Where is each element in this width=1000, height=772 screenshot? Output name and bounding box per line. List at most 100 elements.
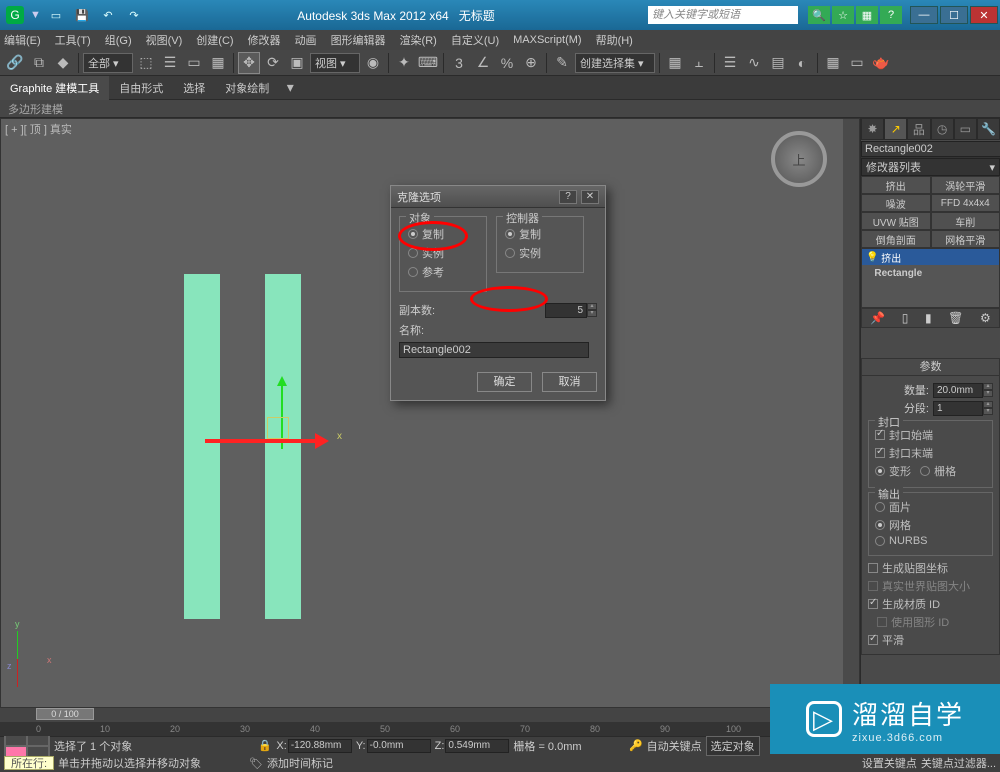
tab-hierarchy-icon[interactable]: 品 [907,118,930,140]
ribbon-tab-freeform[interactable]: 自由形式 [109,76,173,100]
menu-rendering[interactable]: 渲染(R) [400,32,437,48]
clone-instance-radio[interactable] [408,248,418,258]
select-name-icon[interactable]: ☰ [159,52,181,74]
grid-radio[interactable] [920,466,930,476]
menu-create[interactable]: 创建(C) [196,32,233,48]
show-end-icon[interactable]: ▯ [902,311,909,325]
modbtn-turbosmooth[interactable]: 涡轮平滑 [931,176,1000,194]
tab-motion-icon[interactable]: ◷ [931,118,954,140]
scale-icon[interactable]: ▣ [286,52,308,74]
modbtn-noise[interactable]: 噪波 [861,194,931,212]
ribbon-tab-graphite[interactable]: Graphite 建模工具 [0,76,109,100]
autokey-button[interactable]: 自动关键点 [647,738,702,754]
gizmo-xy-plane[interactable] [267,417,289,439]
viewport-label[interactable]: [ + ][ 顶 ] 真实 [5,121,72,137]
tab-modify-icon[interactable]: ↗ [884,118,907,140]
smooth-checkbox[interactable] [868,635,878,645]
menu-edit[interactable]: 编辑(E) [4,32,41,48]
maximize-button[interactable]: ☐ [940,6,968,24]
snap-icon[interactable]: 3 [448,52,470,74]
bind-icon[interactable]: ◆ [52,52,74,74]
select-region-icon[interactable]: ▭ [183,52,205,74]
move-icon[interactable]: ✥ [238,52,260,74]
ctrl-copy-radio[interactable] [505,229,515,239]
dialog-help-icon[interactable]: ? [559,190,577,204]
keymode-icon[interactable]: 🔑 [629,739,643,752]
viewcube[interactable]: 上 [771,131,827,187]
menu-animation[interactable]: 动画 [295,32,317,48]
rollout-parameters[interactable]: 参数 [861,358,1000,376]
tab-create-icon[interactable]: ✸ [861,118,884,140]
menu-views[interactable]: 视图(V) [146,32,183,48]
morph-radio[interactable] [875,466,885,476]
shape-rectangle-1[interactable] [184,274,220,619]
coord-x-input[interactable] [288,739,352,753]
render-icon[interactable]: 🫖 [870,52,892,74]
dialog-close-icon[interactable]: ✕ [581,190,599,204]
gen-map-checkbox[interactable] [868,563,878,573]
help-icon[interactable]: ? [880,6,902,24]
open-icon[interactable]: ▭ [46,6,66,24]
modifier-stack[interactable]: 💡 挤出 Rectangle [861,248,1000,308]
copies-spinner[interactable]: 5 [545,303,587,318]
rotate-icon[interactable]: ⟳ [262,52,284,74]
angle-snap-icon[interactable]: ∠ [472,52,494,74]
out-patch-radio[interactable] [875,502,885,512]
modifier-list-dropdown[interactable]: 修改器列表▾ [861,158,1000,176]
ctrl-instance-radio[interactable] [505,248,515,258]
manipulate-icon[interactable]: ✦ [393,52,415,74]
keyfilters-button[interactable]: 关键点过滤器... [921,755,996,771]
time-slider-handle[interactable]: 0 / 100 [36,708,94,720]
modbtn-meshsmooth[interactable]: 网格平滑 [931,230,1000,248]
out-mesh-radio[interactable] [875,520,885,530]
dialog-titlebar[interactable]: 克隆选项 ? ✕ [391,186,605,208]
setkey-button[interactable]: 设置关键点 [862,755,917,771]
menu-tools[interactable]: 工具(T) [55,32,91,48]
help-search-input[interactable]: 键入关键字或短语 [648,6,798,24]
selection-filter-dropdown[interactable]: 全部 ▾ [83,53,133,73]
menu-modifiers[interactable]: 修改器 [248,32,281,48]
pivot-icon[interactable]: ◉ [362,52,384,74]
minimize-button[interactable]: — [910,6,938,24]
exchange-icon[interactable]: ▦ [856,6,878,24]
make-unique-icon[interactable]: ▮ [925,311,932,325]
tab-utilities-icon[interactable]: 🔧 [977,118,1000,140]
viewport-scrollbar[interactable] [843,119,859,707]
edit-selset-icon[interactable]: ✎ [551,52,573,74]
close-button[interactable]: ✕ [970,6,998,24]
subscription-icon[interactable]: ☆ [832,6,854,24]
clone-name-input[interactable] [399,342,589,358]
unlink-icon[interactable]: ⧉ [28,52,50,74]
ribbon-polymodel-label[interactable]: 多边形建模 [8,101,63,117]
cap-start-checkbox[interactable] [875,430,885,440]
menu-help[interactable]: 帮助(H) [596,32,633,48]
named-selset-dropdown[interactable]: 创建选择集 ▾ [575,53,655,73]
render-frame-icon[interactable]: ▭ [846,52,868,74]
menu-group[interactable]: 组(G) [105,32,132,48]
clone-reference-radio[interactable] [408,267,418,277]
percent-snap-icon[interactable]: % [496,52,518,74]
spinner-snap-icon[interactable]: ⊕ [520,52,542,74]
render-setup-icon[interactable]: ▦ [822,52,844,74]
link-icon[interactable]: 🔗 [4,52,26,74]
app-menu-drop[interactable]: ▼ [30,9,42,21]
stack-item-rectangle[interactable]: Rectangle [862,265,999,281]
ribbon-tab-selection[interactable]: 选择 [173,76,215,100]
undo-icon[interactable]: ↶ [98,6,118,24]
cancel-button[interactable]: 取消 [542,372,597,392]
redo-icon[interactable]: ↷ [124,6,144,24]
app-icon[interactable]: G [6,6,24,24]
gen-mat-checkbox[interactable] [868,599,878,609]
amount-spinner[interactable]: 20.0mm [933,383,983,398]
timetag-button[interactable]: 添加时间标记 [267,755,333,771]
modbtn-lathe[interactable]: 车削 [931,212,1000,230]
window-crossing-icon[interactable]: ▦ [207,52,229,74]
search-icon[interactable]: 🔍 [808,6,830,24]
shape-rectangle-2[interactable] [265,274,301,619]
ribbon-tab-objectpaint[interactable]: 对象绘制 [215,76,279,100]
object-name-input[interactable] [861,141,1000,157]
mirror-icon[interactable]: ▦ [664,52,686,74]
modbtn-extrude[interactable]: 挤出 [861,176,931,194]
modbtn-ffd[interactable]: FFD 4x4x4 [931,194,1000,212]
align-icon[interactable]: ⫠ [688,52,710,74]
